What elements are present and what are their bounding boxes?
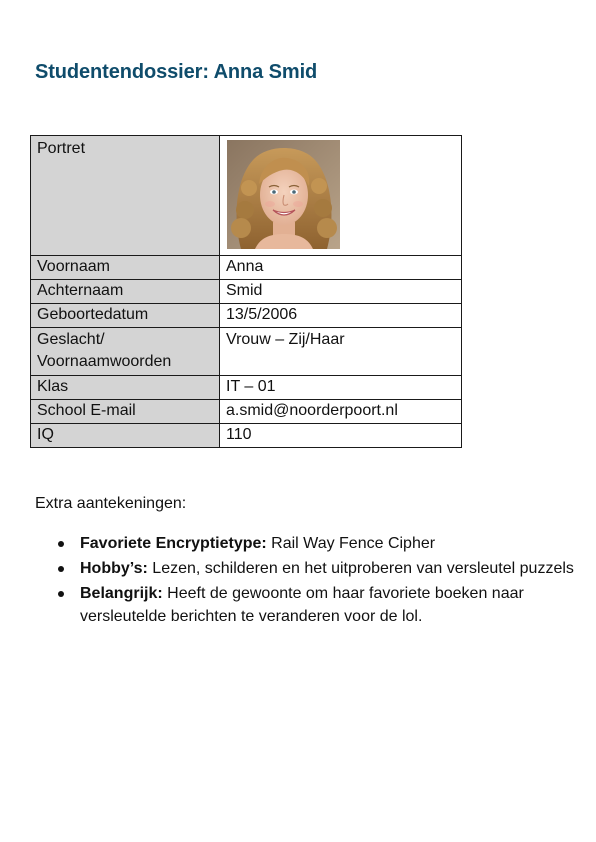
birthdate-value: 13/5/2006 (219, 303, 462, 328)
first-name-value: Anna (219, 255, 462, 280)
student-photo (227, 140, 340, 249)
note-label: Favoriete Encryptietype: (80, 535, 272, 552)
school-email-value: a.smid@noorderpoort.nl (219, 399, 462, 424)
notes-heading: Extra aantekeningen: (35, 495, 187, 512)
table-row: Geslacht/ Voornaamwoorden Vrouw – Zij/Ha… (30, 327, 462, 376)
table-row: Voornaam Anna (30, 255, 462, 280)
note-text: Rail Way Fence Cipher (271, 535, 436, 552)
table-row: IQ 110 (30, 423, 462, 448)
iq-label: IQ (30, 423, 220, 448)
bullet-icon (58, 541, 64, 547)
notes-list: Favoriete Encryptietype: Rail Way Fence … (58, 532, 578, 630)
table-row: Geboortedatum 13/5/2006 (30, 303, 462, 328)
page-title: Studentendossier: Anna Smid (35, 61, 318, 83)
table-row: Achternaam Smid (30, 279, 462, 304)
bullet-icon (58, 591, 64, 597)
bullet-icon (58, 566, 64, 572)
table-row: Portret (30, 135, 462, 256)
portrait-cell (219, 135, 462, 256)
table-row: School E-mail a.smid@noorderpoort.nl (30, 399, 462, 424)
first-name-label: Voornaam (30, 255, 220, 280)
note-text: Lezen, schilderen en het uitproberen van… (152, 560, 574, 577)
school-email-label: School E-mail (30, 399, 220, 424)
iq-value: 110 (219, 423, 462, 448)
gender-pronouns-value: Vrouw – Zij/Haar (219, 327, 462, 376)
list-item: Belangrijk: Heeft de gewoonte om haar fa… (58, 582, 578, 628)
table-row: Klas IT – 01 (30, 375, 462, 400)
note-label: Belangrijk: (80, 585, 168, 602)
portrait-label: Portret (30, 135, 220, 256)
class-value: IT – 01 (219, 375, 462, 400)
last-name-value: Smid (219, 279, 462, 304)
birthdate-label: Geboortedatum (30, 303, 220, 328)
class-label: Klas (30, 375, 220, 400)
list-item: Hobby’s: Lezen, schilderen en het uitpro… (58, 557, 578, 580)
gender-pronouns-label: Geslacht/ Voornaamwoorden (30, 327, 220, 376)
last-name-label: Achternaam (30, 279, 220, 304)
student-profile-table: Portret Voornaam Anna Achternaam Smid Ge… (30, 135, 462, 448)
note-label: Hobby’s: (80, 560, 153, 577)
list-item: Favoriete Encryptietype: Rail Way Fence … (58, 532, 578, 555)
